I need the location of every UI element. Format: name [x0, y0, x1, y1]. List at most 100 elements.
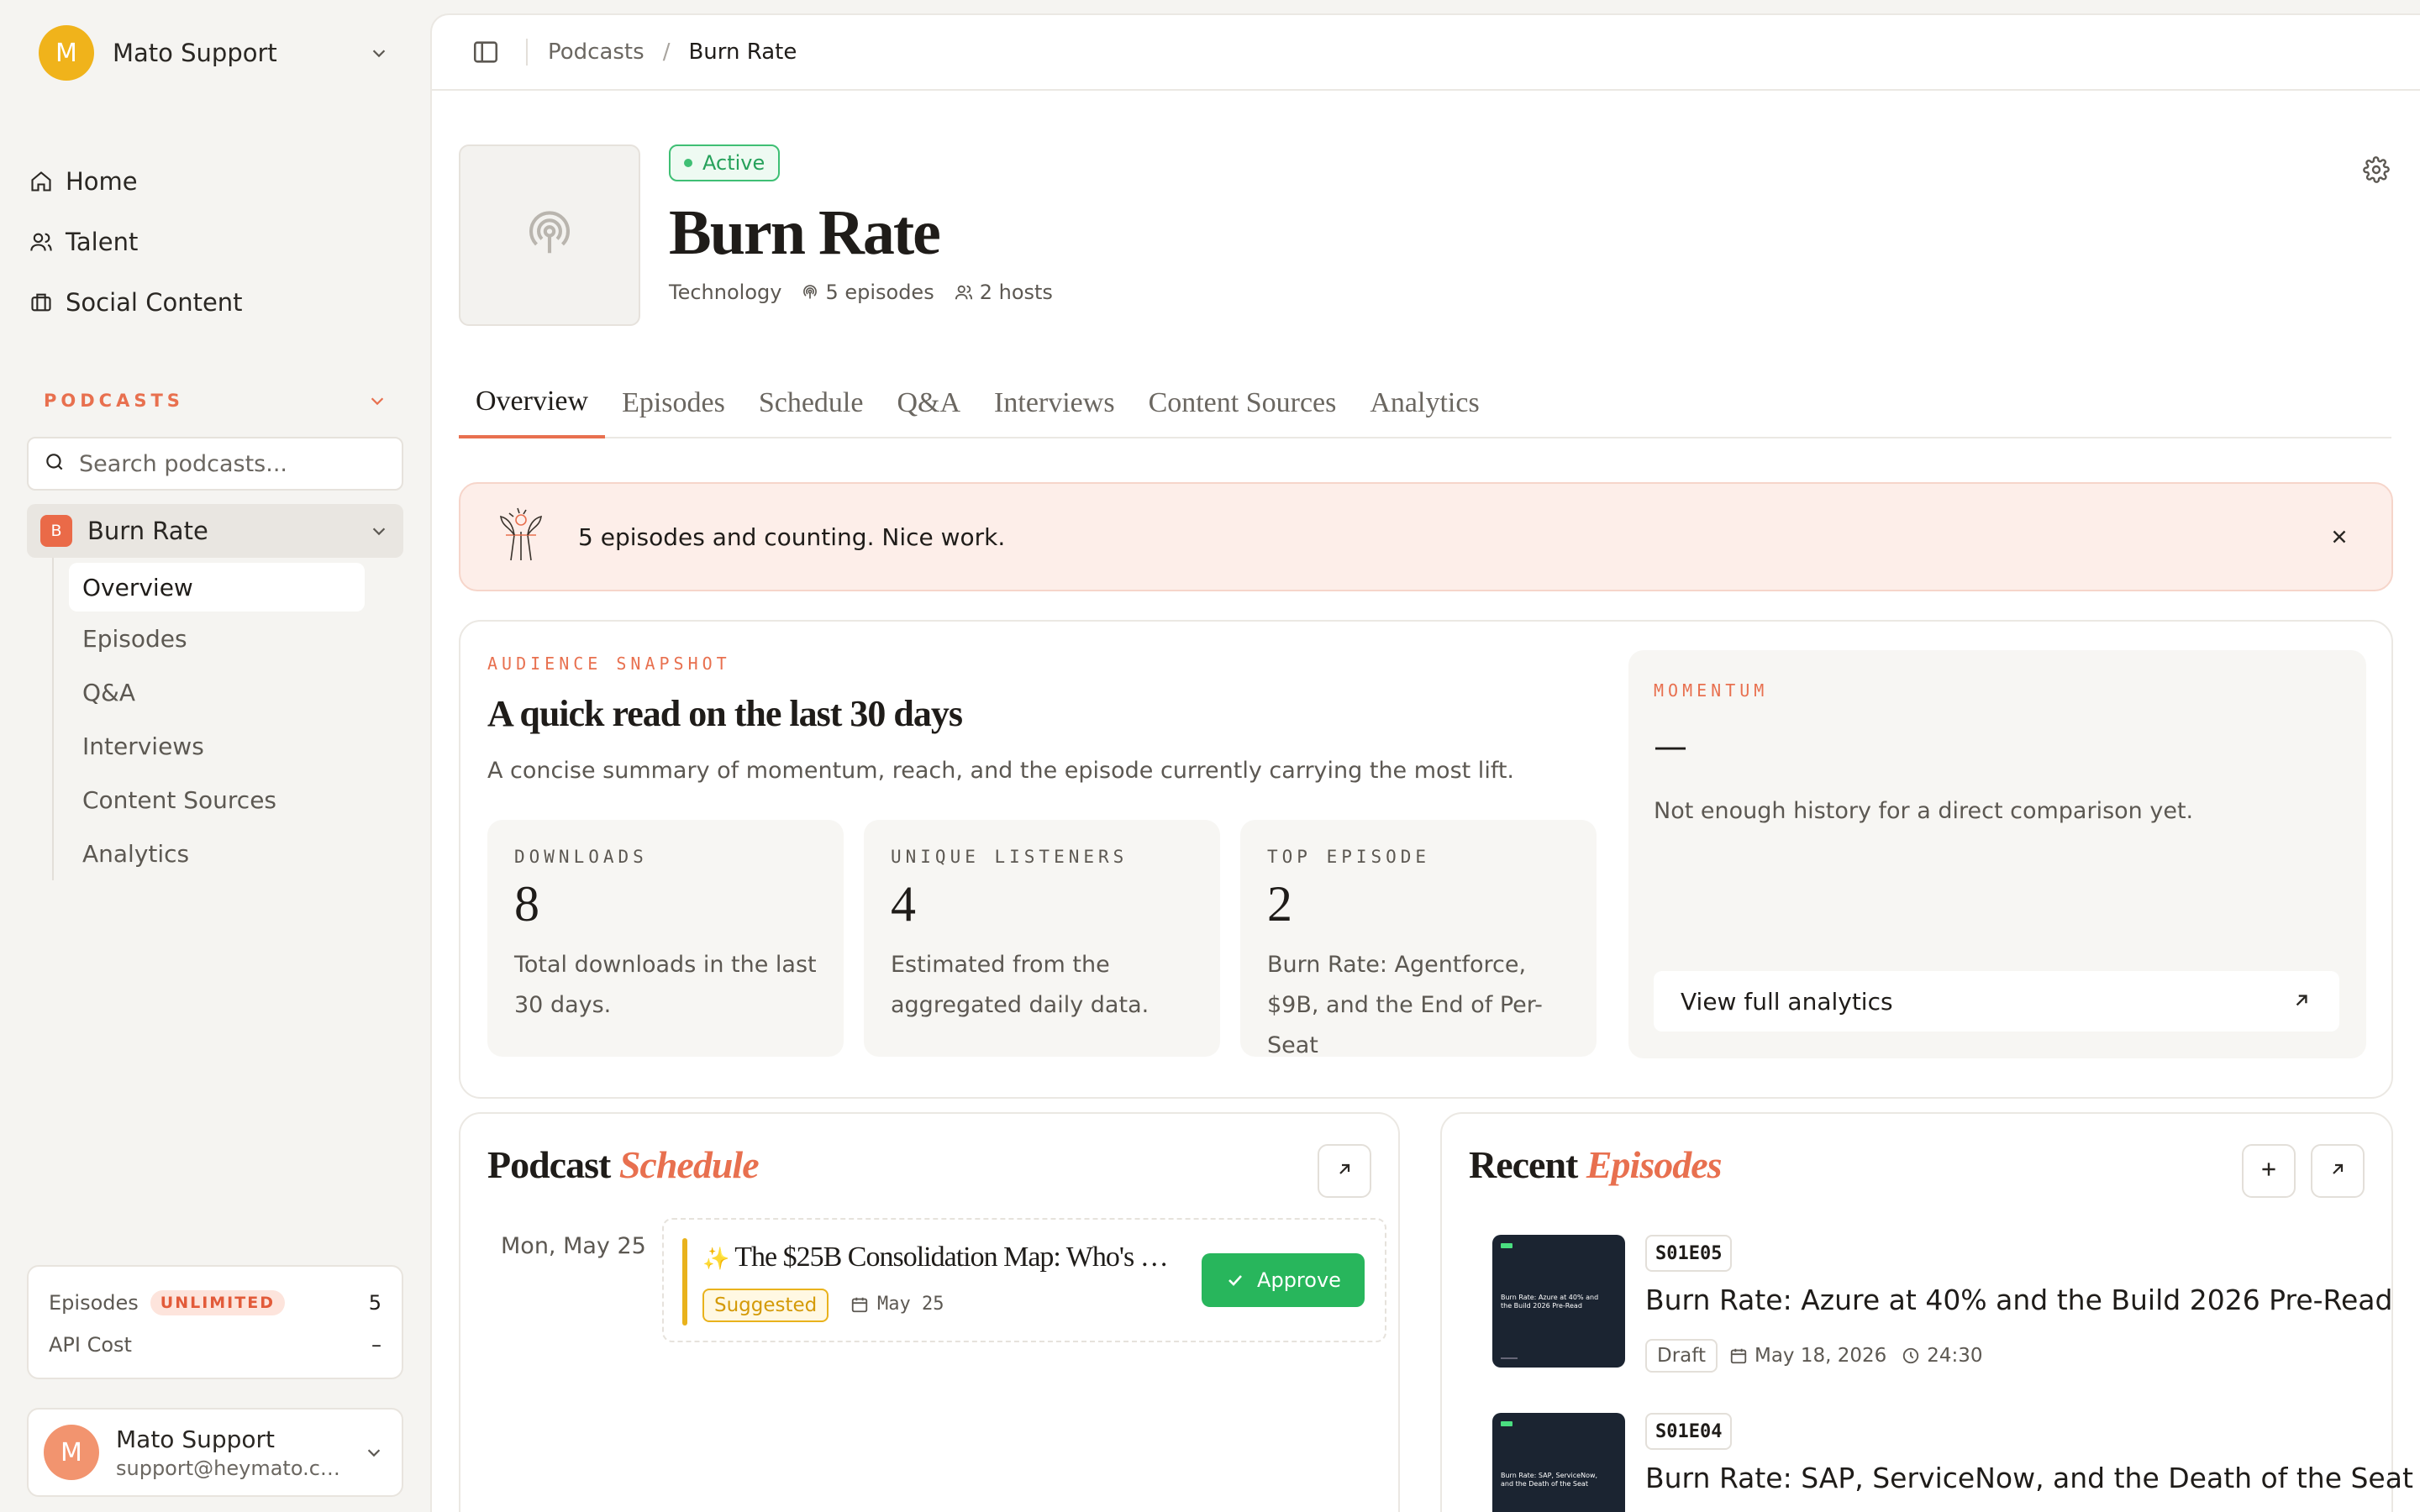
tab-schedule[interactable]: Schedule: [742, 368, 881, 438]
subnav-item-analytics[interactable]: Analytics: [69, 827, 405, 880]
tab-interviews[interactable]: Interviews: [977, 368, 1132, 438]
stat-description: Burn Rate: Agentforce, $9B, and the End …: [1267, 952, 1543, 1058]
user-email: support@heymato.com: [116, 1456, 343, 1480]
nav-item-label: Talent: [66, 228, 139, 256]
tab-content-sources[interactable]: Content Sources: [1132, 368, 1354, 438]
schedule-date: Mon, May 25: [501, 1233, 646, 1259]
episode-row[interactable]: Burn Rate: SAP, ServiceNow, and the Deat…: [1492, 1413, 2413, 1512]
close-icon[interactable]: [2321, 518, 2358, 555]
open-episodes-button[interactable]: [2311, 1144, 2365, 1198]
banner-text: 5 episodes and counting. Nice work.: [578, 522, 1006, 551]
gear-icon[interactable]: [2360, 153, 2393, 186]
page-title: Burn Rate: [669, 197, 941, 268]
usage-episodes-row: Episodes UNLIMITED 5: [49, 1282, 381, 1324]
sidebar-toggle-icon[interactable]: [469, 35, 502, 69]
podcast-subnav: Overview Episodes Q&A Interviews Content…: [52, 558, 405, 880]
episode-thumbnail: Burn Rate: Azure at 40% and the Build 20…: [1492, 1235, 1625, 1368]
podcasts-section-header[interactable]: PODCASTS: [44, 388, 390, 413]
subnav-item-content-sources[interactable]: Content Sources: [69, 773, 405, 827]
podcast-name: Burn Rate: [87, 517, 208, 545]
episode-title: Burn Rate: SAP, ServiceNow, and the Deat…: [1645, 1462, 2413, 1494]
subnav-item-episodes[interactable]: Episodes: [69, 612, 405, 665]
tab-episodes[interactable]: Episodes: [605, 368, 742, 438]
stat-unique-listeners: UNIQUE LISTENERS 4 Estimated from the ag…: [864, 820, 1220, 1057]
tab-overview[interactable]: Overview: [459, 368, 606, 438]
approve-button[interactable]: Approve: [1202, 1253, 1365, 1307]
schedule-item-title: ✨ The $25B Consolidation Map: Who's Buyi…: [702, 1242, 1173, 1273]
user-menu[interactable]: M Mato Support support@heymato.com: [27, 1408, 403, 1497]
nav-item-social-content[interactable]: Social Content: [27, 272, 403, 333]
subnav-item-qa[interactable]: Q&A: [69, 665, 405, 719]
sidebar: M Mato Support Home Talent Social Conten…: [0, 0, 430, 1512]
episode-row[interactable]: Burn Rate: Azure at 40% and the Build 20…: [1492, 1235, 2392, 1373]
breadcrumb-separator: /: [662, 39, 671, 65]
stat-description: Total downloads in the last 30 days.: [514, 952, 817, 1018]
stat-label: DOWNLOADS: [514, 847, 648, 867]
podcast-host-count: 2 hosts: [955, 281, 1053, 304]
breadcrumb-podcasts[interactable]: Podcasts: [548, 39, 644, 65]
stat-label: TOP EPISODE: [1267, 847, 1431, 867]
schedule-item[interactable]: ✨ The $25B Consolidation Map: Who's Buyi…: [662, 1218, 1386, 1342]
suggested-indicator: [682, 1238, 687, 1326]
usage-api-label: API Cost: [49, 1333, 132, 1357]
momentum-value: —: [1654, 727, 1687, 766]
users-icon: [955, 285, 972, 300]
clock-icon: [1903, 1347, 1919, 1364]
tab-qa[interactable]: Q&A: [880, 368, 977, 438]
add-episode-button[interactable]: [2242, 1144, 2296, 1198]
nav-item-talent[interactable]: Talent: [27, 212, 403, 272]
podcast-episode-count: 5 episodes: [802, 281, 934, 304]
podcast-meta: Technology 5 episodes 2 hosts: [669, 281, 1073, 304]
check-icon: [1228, 1275, 1243, 1286]
breadcrumb: Podcasts / Burn Rate: [548, 39, 797, 65]
plus-icon: [2258, 1158, 2280, 1184]
arrow-up-right-icon: [2328, 1159, 2348, 1183]
calendar-icon: [1730, 1348, 1747, 1364]
avatar: M: [44, 1425, 99, 1480]
breadcrumb-current: Burn Rate: [688, 39, 797, 65]
arrow-up-right-icon: [1334, 1159, 1355, 1183]
status-label: Active: [702, 151, 765, 175]
chevron-down-icon: [366, 40, 392, 66]
stat-value: 2: [1267, 876, 1292, 932]
podcast-category: Technology: [669, 281, 782, 304]
episode-title: Burn Rate: Azure at 40% and the Build 20…: [1645, 1284, 2393, 1316]
workspace-avatar: M: [39, 25, 94, 81]
recent-episodes-heading: Recent Episodes: [1469, 1143, 1723, 1186]
stat-value: 8: [514, 876, 539, 932]
user-name: Mato Support: [116, 1425, 276, 1453]
nav-item-label: Home: [66, 167, 138, 196]
subnav-item-interviews[interactable]: Interviews: [69, 719, 405, 773]
nav-item-label: Social Content: [66, 288, 243, 317]
subnav-item-overview[interactable]: Overview: [69, 563, 365, 612]
podcast-search-input[interactable]: Search podcasts...: [27, 437, 403, 491]
podcast-selector-burn-rate[interactable]: B Burn Rate: [27, 504, 403, 558]
audience-snapshot-card: AUDIENCE SNAPSHOT A quick read on the la…: [459, 620, 2393, 1099]
search-icon: [44, 451, 66, 476]
view-full-analytics-button[interactable]: View full analytics: [1654, 971, 2339, 1032]
podcasts-section-title: PODCASTS: [44, 391, 184, 411]
unlimited-badge: UNLIMITED: [150, 1290, 285, 1315]
usage-episodes-value: 5: [368, 1291, 381, 1315]
episode-code: S01E05: [1645, 1235, 1733, 1272]
podcast-tabs: Overview Episodes Schedule Q&A Interview…: [459, 368, 2391, 438]
momentum-panel: MOMENTUM — Not enough history for a dire…: [1628, 650, 2366, 1058]
calendar-icon: [851, 1297, 868, 1312]
open-schedule-button[interactable]: [1318, 1144, 1371, 1198]
momentum-kicker: MOMENTUM: [1654, 680, 1769, 701]
episode-meta: Draft May 18, 2026 24:30: [1645, 1339, 1998, 1373]
stat-value: 4: [891, 876, 916, 932]
nav-item-home[interactable]: Home: [27, 151, 403, 212]
schedule-item-date: May 25: [850, 1294, 944, 1315]
status-badge: Active: [669, 144, 781, 181]
usage-episodes-label: Episodes: [49, 1291, 139, 1315]
podcast-badge: B: [40, 515, 72, 547]
arrow-up-right-icon: [2291, 990, 2312, 1017]
workspace-switcher[interactable]: M Mato Support: [39, 25, 392, 81]
tab-analytics[interactable]: Analytics: [1353, 368, 1496, 438]
search-placeholder: Search podcasts...: [79, 450, 287, 477]
podcast-icon: [803, 285, 818, 299]
schedule-heading: Podcast Schedule: [487, 1143, 760, 1186]
divider: [526, 39, 528, 66]
chevron-down-icon: [361, 1440, 387, 1465]
